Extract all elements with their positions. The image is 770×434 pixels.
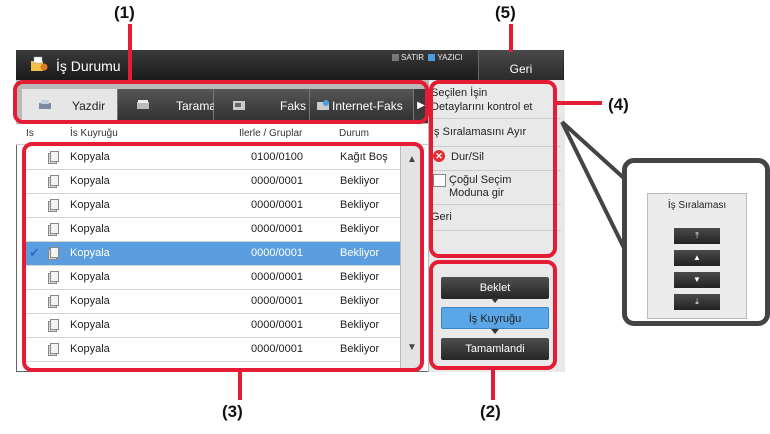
callout-4: (4) — [608, 95, 629, 114]
leader-line-5 — [509, 24, 513, 52]
leader-line-3 — [238, 370, 242, 400]
leader-line-2 — [491, 368, 495, 400]
highlight-box-4 — [429, 80, 557, 258]
highlight-box-1 — [13, 80, 429, 124]
callout-3: (3) — [222, 402, 243, 421]
back-button[interactable]: Geri — [478, 50, 563, 80]
leader-line-1 — [128, 24, 132, 82]
status-indicators: SATIR YAZICI — [392, 53, 463, 62]
job-order-panel: İş Sıralaması ⤒ ▲ ▼ ⤓ — [647, 193, 747, 319]
move-to-top-icon[interactable]: ⤒ — [674, 228, 720, 244]
line-indicator-label: SATIR — [401, 53, 424, 62]
highlight-box-2 — [429, 260, 557, 370]
callout-1: (1) — [114, 3, 135, 22]
callout-5: (5) — [495, 3, 516, 22]
page-title: İş Durumu — [56, 58, 121, 74]
title-bar: İş Durumu SATIR YAZICI Geri — [16, 50, 564, 80]
job-order-zoom-callout: İş Sıralaması ⤒ ▲ ▼ ⤓ — [622, 158, 770, 326]
printer-indicator-icon — [428, 54, 436, 62]
highlight-box-3 — [22, 142, 424, 372]
callout-2: (2) — [480, 402, 501, 421]
job-status-icon — [31, 56, 48, 71]
move-down-icon[interactable]: ▼ — [674, 272, 720, 288]
printer-indicator-label: YAZICI — [437, 53, 463, 62]
zoom-connector — [560, 120, 628, 253]
column-progress: Ilerle / Gruplar — [239, 128, 303, 139]
column-status: Durum — [339, 128, 370, 139]
move-to-bottom-icon[interactable]: ⤓ — [674, 294, 720, 310]
leader-line-4 — [554, 101, 602, 105]
column-job: Is — [26, 128, 34, 139]
job-order-title: İş Sıralaması — [667, 200, 727, 211]
line-indicator-icon — [392, 54, 399, 62]
move-up-icon[interactable]: ▲ — [674, 250, 720, 266]
column-queue: İs Kuyruğu — [70, 128, 118, 139]
